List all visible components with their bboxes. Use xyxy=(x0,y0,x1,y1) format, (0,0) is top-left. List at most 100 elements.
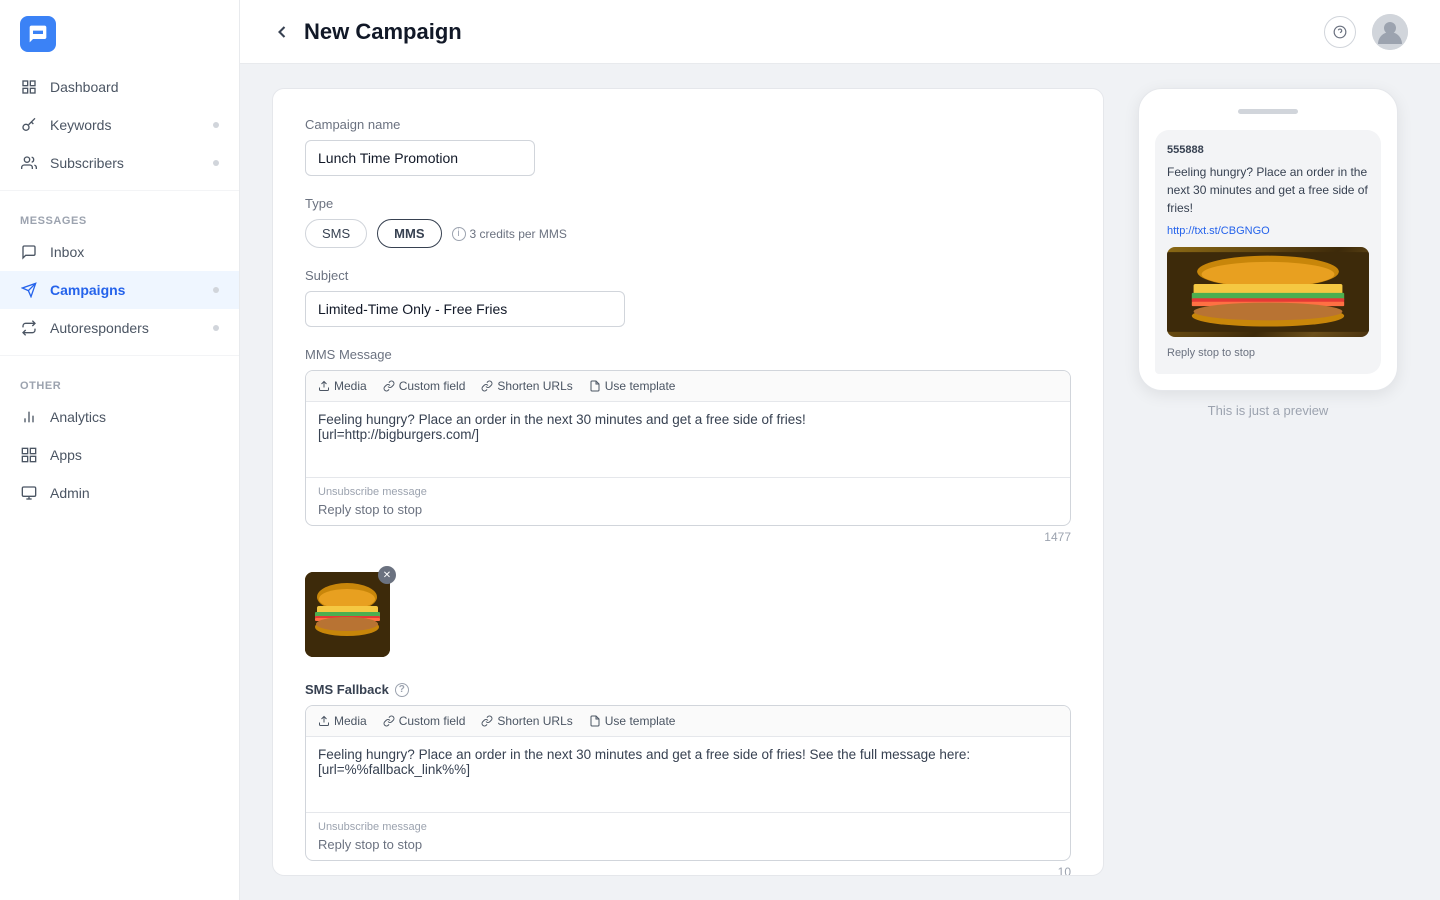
unsub-label: Unsubscribe message xyxy=(318,486,1058,498)
use-template-button[interactable]: Use template xyxy=(589,379,676,393)
type-info: i 3 credits per MMS xyxy=(452,227,567,241)
dot-indicator xyxy=(213,122,219,128)
header: New Campaign xyxy=(240,0,1440,64)
mms-message-group: MMS Message Media Custom field xyxy=(305,347,1071,544)
sms-type-button[interactable]: SMS xyxy=(305,219,367,248)
sidebar: Dashboard Keywords Subscribers Messages … xyxy=(0,0,240,900)
sms-media-button[interactable]: Media xyxy=(318,714,367,728)
sidebar-item-dashboard[interactable]: Dashboard xyxy=(0,68,239,106)
sms-use-template-button[interactable]: Use template xyxy=(589,714,676,728)
apps-icon xyxy=(20,446,38,464)
sidebar-item-label: Keywords xyxy=(50,117,111,133)
autoresponders-icon xyxy=(20,319,38,337)
custom-field-button[interactable]: Custom field xyxy=(383,379,466,393)
sidebar-item-label: Subscribers xyxy=(50,155,124,171)
sms-char-count: 10 xyxy=(305,865,1071,876)
sidebar-item-campaigns[interactable]: Campaigns xyxy=(0,271,239,309)
sms-custom-field-button[interactable]: Custom field xyxy=(383,714,466,728)
inbox-icon xyxy=(20,243,38,261)
reply-stop: Reply stop to stop xyxy=(1167,345,1369,362)
content-area: Campaign name Type SMS MMS i 3 credits p… xyxy=(240,64,1440,900)
messages-section-label: Messages xyxy=(0,199,239,233)
sidebar-item-label: Campaigns xyxy=(50,282,125,298)
bubble-image xyxy=(1167,247,1369,337)
sidebar-item-subscribers[interactable]: Subscribers xyxy=(0,144,239,182)
sidebar-item-admin[interactable]: Admin xyxy=(0,474,239,512)
sidebar-item-keywords[interactable]: Keywords xyxy=(0,106,239,144)
sms-fallback-toolbar: Media Custom field Shorten URLs Use xyxy=(306,706,1070,737)
dot-indicator xyxy=(213,325,219,331)
form-panel: Campaign name Type SMS MMS i 3 credits p… xyxy=(272,88,1104,876)
subject-label: Subject xyxy=(305,268,1071,283)
mms-message-box: Media Custom field Shorten URLs Use xyxy=(305,370,1071,526)
phone-notch xyxy=(1238,109,1298,114)
sidebar-item-label: Inbox xyxy=(50,244,84,260)
main-content: New Campaign Campaign n xyxy=(240,0,1440,900)
mms-message-textarea[interactable]: Feeling hungry? Place an order in the ne… xyxy=(306,402,1070,472)
image-thumbnail xyxy=(305,572,390,657)
header-right xyxy=(1324,14,1408,50)
unsub-text: Reply stop to stop xyxy=(318,502,1058,517)
other-section-label: Other xyxy=(0,364,239,398)
sms-fallback-textarea[interactable]: Feeling hungry? Place an order in the ne… xyxy=(306,737,1070,807)
unsub-area: Unsubscribe message Reply stop to stop xyxy=(306,477,1070,525)
sms-fallback-box: Media Custom field Shorten URLs Use xyxy=(305,705,1071,861)
header-left: New Campaign xyxy=(272,19,462,45)
info-icon: i xyxy=(452,227,466,241)
bubble-url: http://txt.st/CBGNGO xyxy=(1167,223,1369,240)
char-count: 1477 xyxy=(305,530,1071,544)
preview-panel: 555888 Feeling hungry? Place an order in… xyxy=(1128,88,1408,876)
campaign-name-input[interactable] xyxy=(305,140,535,176)
sidebar-item-apps[interactable]: Apps xyxy=(0,436,239,474)
sidebar-item-label: Dashboard xyxy=(50,79,119,95)
mms-message-label: MMS Message xyxy=(305,347,1071,362)
credits-label: 3 credits per MMS xyxy=(470,227,567,241)
sidebar-divider xyxy=(0,190,239,191)
sidebar-item-analytics[interactable]: Analytics xyxy=(0,398,239,436)
user-avatar[interactable] xyxy=(1372,14,1408,50)
subject-input[interactable] xyxy=(305,291,625,327)
type-row: SMS MMS i 3 credits per MMS xyxy=(305,219,1071,248)
sidebar-item-label: Admin xyxy=(50,485,90,501)
dashboard-icon xyxy=(20,78,38,96)
sms-unsub-text: Reply stop to stop xyxy=(318,837,1058,852)
shorten-urls-button[interactable]: Shorten URLs xyxy=(481,379,572,393)
media-button[interactable]: Media xyxy=(318,379,367,393)
campaign-name-group: Campaign name xyxy=(305,117,1071,176)
sidebar-logo xyxy=(0,0,239,68)
sidebar-item-label: Apps xyxy=(50,447,82,463)
mms-toolbar: Media Custom field Shorten URLs Use xyxy=(306,371,1070,402)
sms-shorten-urls-button[interactable]: Shorten URLs xyxy=(481,714,572,728)
sidebar-item-autoresponders[interactable]: Autoresponders xyxy=(0,309,239,347)
analytics-icon xyxy=(20,408,38,426)
sms-fallback-info-icon: ? xyxy=(395,683,409,697)
subject-group: Subject xyxy=(305,268,1071,327)
key-icon xyxy=(20,116,38,134)
sidebar-item-inbox[interactable]: Inbox xyxy=(0,233,239,271)
sms-unsub-area: Unsubscribe message Reply stop to stop xyxy=(306,812,1070,860)
campaigns-icon xyxy=(20,281,38,299)
dot-indicator xyxy=(213,160,219,166)
image-thumbnail-container: ✕ xyxy=(305,572,390,657)
preview-caption: This is just a preview xyxy=(1208,403,1329,418)
help-button[interactable] xyxy=(1324,16,1356,48)
image-remove-button[interactable]: ✕ xyxy=(378,566,396,584)
sms-fallback-label: SMS Fallback ? xyxy=(305,682,1071,697)
back-button[interactable] xyxy=(272,22,292,42)
campaign-name-label: Campaign name xyxy=(305,117,1071,132)
phone-mockup: 555888 Feeling hungry? Place an order in… xyxy=(1138,88,1398,391)
app-logo[interactable] xyxy=(20,16,56,52)
dot-indicator xyxy=(213,287,219,293)
users-icon xyxy=(20,154,38,172)
bubble-sender: 555888 xyxy=(1167,142,1369,159)
page-title: New Campaign xyxy=(304,19,462,45)
bubble-text: Feeling hungry? Place an order in the ne… xyxy=(1167,163,1369,217)
sidebar-item-label: Autoresponders xyxy=(50,320,149,336)
message-bubble: 555888 Feeling hungry? Place an order in… xyxy=(1155,130,1381,374)
type-label: Type xyxy=(305,196,1071,211)
sidebar-divider-2 xyxy=(0,355,239,356)
sms-unsub-label: Unsubscribe message xyxy=(318,821,1058,833)
admin-icon xyxy=(20,484,38,502)
type-group: Type SMS MMS i 3 credits per MMS xyxy=(305,196,1071,248)
mms-type-button[interactable]: MMS xyxy=(377,219,441,248)
